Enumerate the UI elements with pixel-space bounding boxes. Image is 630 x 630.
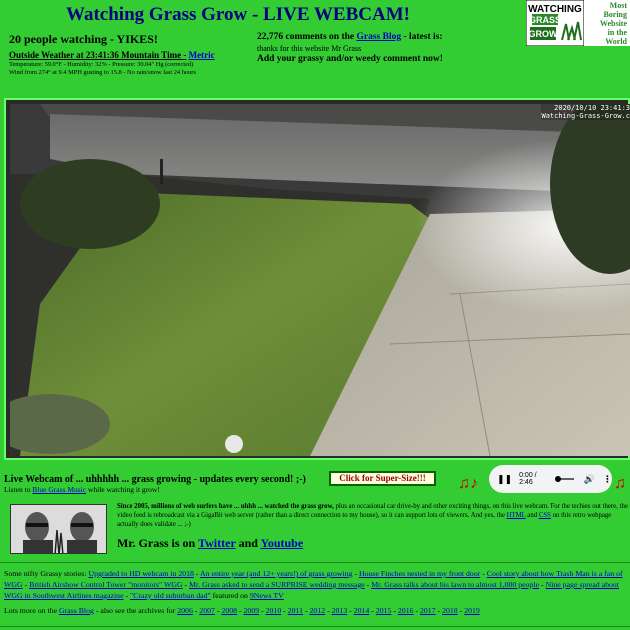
archive-year-link[interactable]: 2009 (244, 606, 260, 615)
twitter-link[interactable]: Twitter (198, 536, 236, 550)
story-link[interactable]: Upgraded to HD webcam in 2018 (88, 569, 193, 578)
pause-icon[interactable]: ❚❚ (497, 474, 512, 485)
weather-line-2: Wind from 274° at 9.4 MPH gusting to 15.… (9, 69, 196, 76)
progress-track[interactable] (554, 476, 574, 482)
watermark-text: Watching-Grass-Grow.c (541, 112, 630, 120)
audio-player[interactable]: ❚❚ 0:00 / 2:46 🔊 ⋮ (489, 465, 612, 493)
logo-tagline-1: Most (610, 1, 628, 10)
listen-suffix: while watching it grow! (87, 485, 160, 494)
archive-year-link[interactable]: 2014 (354, 606, 370, 615)
archive-year-link[interactable]: 2008 (221, 606, 237, 615)
webcam-image[interactable] (10, 104, 630, 456)
live-webcam-title: Live Webcam of ... uhhhhh ... grass grow… (4, 474, 306, 485)
logo-graphic: WATCHING GRASS GROW Most Boring Website … (525, 0, 630, 47)
archive-year-link[interactable]: 2010 (266, 606, 282, 615)
logo-tagline-2: Boring (603, 10, 627, 19)
watcher-count: 20 people watching - YIKES! (9, 32, 158, 46)
about-text: Since 2005, millions of web surfers have… (117, 502, 630, 529)
story-link[interactable]: An entire year (and 12+ years!) of grass… (200, 569, 353, 578)
archive-year-link[interactable]: 2013 (332, 606, 348, 615)
logo-word-1: WATCHING (528, 4, 582, 15)
archive-year-link[interactable]: 2019 (464, 606, 480, 615)
youtube-link[interactable]: Youtube (261, 536, 304, 550)
latest-label: - latest is: (403, 32, 443, 42)
more-vert-icon[interactable]: ⋮ (603, 474, 612, 485)
story-link[interactable]: Mr. Grass asked to send a SURPRISE weddi… (189, 580, 365, 589)
archive-year-link[interactable]: 2016 (398, 606, 414, 615)
logo-tagline-4: in the (608, 28, 628, 37)
comments-heading: 22,776 comments on the Grass Blog - late… (257, 32, 443, 42)
featured-suffix: featured on (212, 591, 248, 600)
logo-tagline-3: Website (600, 19, 628, 28)
css-validator-link[interactable]: CSS (539, 512, 551, 519)
logo-word-3: GROW (529, 29, 559, 39)
archive-year-link[interactable]: 2006 (177, 606, 193, 615)
archive-year-link[interactable]: 2007 (199, 606, 215, 615)
html-validator-link[interactable]: HTML (507, 512, 526, 519)
site-logo[interactable]: WATCHING GRASS GROW Most Boring Website … (525, 0, 630, 47)
page-title: Watching Grass Grow - LIVE WEBCAM! (66, 4, 410, 25)
music-notes-icon: ♫ (614, 475, 626, 492)
archives-blog-link[interactable]: Grass Blog (59, 606, 94, 615)
player-time: 0:00 / 2:46 (519, 472, 537, 486)
comment-count: 22,776 comments on the (257, 32, 355, 42)
stories-prefix: Some nifty Grassy stories: (4, 569, 87, 578)
latest-comment: thanks for this website Mr Grass (257, 44, 362, 53)
news-link[interactable]: 9News TV (250, 591, 284, 600)
story-link[interactable]: House Finches nested in my front door (359, 569, 480, 578)
archives-line: Lots more on the Grass Blog - also see t… (4, 606, 480, 615)
follow-and: and (238, 536, 258, 550)
stories-list: Some nifty Grassy stories: Upgraded to H… (4, 569, 623, 600)
progress-thumb[interactable] (554, 476, 561, 482)
divider (0, 562, 630, 563)
weather-title: Outside Weather at 23:41:36 Mountain Tim… (9, 50, 187, 60)
blue-grass-music-link[interactable]: Blue Grass Music (32, 485, 86, 494)
social-links: Mr. Grass is on Twitter and Youtube (117, 536, 303, 551)
metric-link[interactable]: Metric (189, 50, 215, 60)
archive-year-link[interactable]: 2015 (376, 606, 392, 615)
archive-year-link[interactable]: 2011 (288, 606, 303, 615)
weather-line-1: Temperature: 59.0°F - Humidity: 32% - Pr… (9, 61, 194, 68)
archives-prefix: Lots more on the (4, 606, 58, 615)
webcam-scene (10, 104, 630, 456)
mr-grass-photo (10, 504, 107, 554)
archive-year-link[interactable]: 2018 (442, 606, 458, 615)
story-link[interactable]: "Crazy old suburban dad" (130, 591, 211, 600)
add-comment-link[interactable]: Add your grassy and/or weedy comment now… (257, 54, 443, 64)
archive-year-link[interactable]: 2012 (310, 606, 326, 615)
volume-icon[interactable]: 🔊 (584, 474, 595, 485)
logo-word-2: GRASS (529, 15, 561, 25)
follow-prefix: Mr. Grass is on (117, 536, 196, 550)
archive-year-link[interactable]: 2017 (420, 606, 436, 615)
listen-line: Listen to Blue Grass Music while watchin… (4, 485, 160, 494)
photo-graphic (11, 505, 106, 553)
divider (0, 626, 630, 627)
story-link[interactable]: Mr. Grass talks about his lawn to almost… (371, 580, 539, 589)
about-bold: Since 2005, millions of web surfers have… (117, 503, 334, 510)
music-notes-icon: ♫♪ (458, 475, 478, 492)
logo-tagline-5: World (605, 37, 627, 46)
grass-blog-link[interactable]: Grass Blog (356, 32, 401, 42)
about-and: and (527, 512, 538, 519)
archives-middle: - also see the archives for (95, 606, 176, 615)
supersize-button[interactable]: Click for Super-Size!!! (329, 471, 436, 486)
story-link[interactable]: British Airshow Control Tower "monitors"… (29, 580, 182, 589)
listen-prefix: Listen to (4, 485, 31, 494)
timestamp-text: 2020/10/10 23:41:3 (554, 104, 630, 112)
webcam-timestamp: 2020/10/10 23:41:3 Watching-Grass-Grow.c (541, 104, 630, 120)
weather-heading: Outside Weather at 23:41:36 Mountain Tim… (9, 50, 215, 60)
